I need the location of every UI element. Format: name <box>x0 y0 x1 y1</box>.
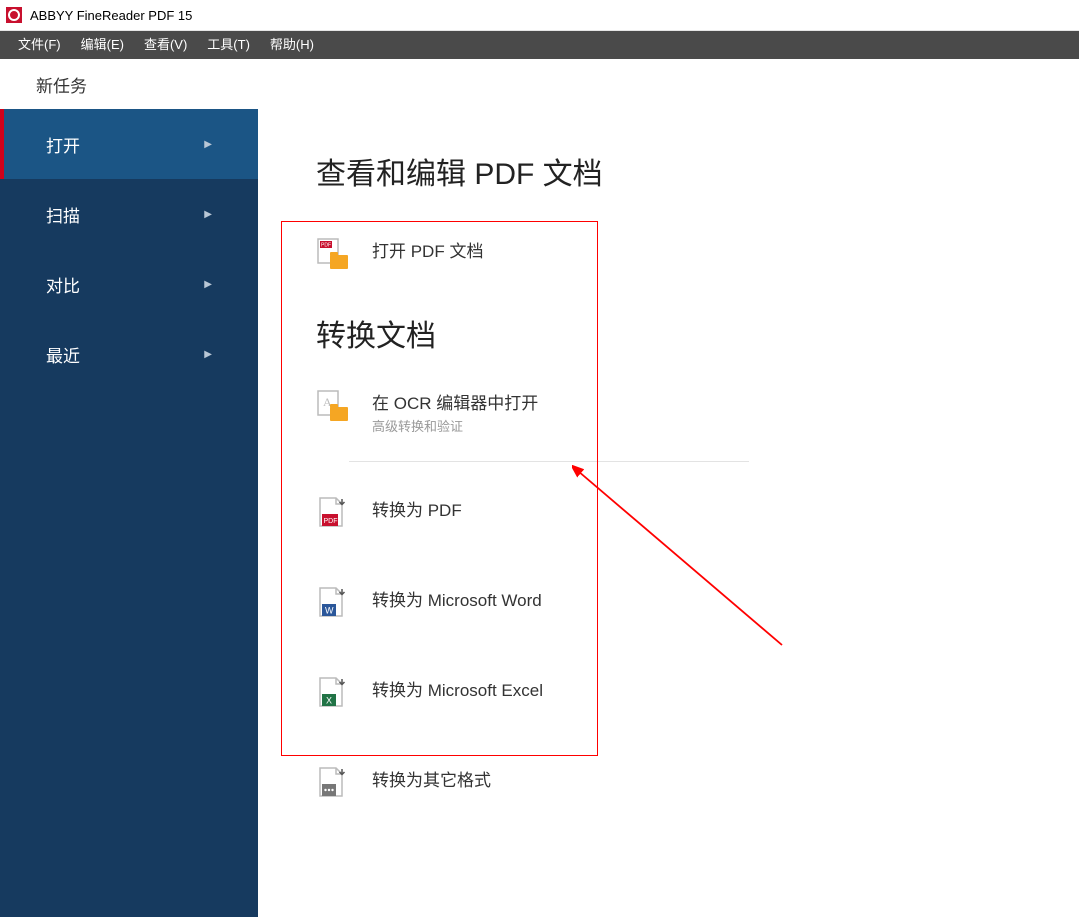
svg-text:X: X <box>326 696 332 706</box>
task-sublabel: 高级转换和验证 <box>372 416 538 435</box>
svg-text:W: W <box>325 606 334 616</box>
convert-word-icon: W <box>316 586 352 622</box>
ocr-folder-icon: A <box>316 389 352 425</box>
heading-convert: 转换文档 <box>316 311 1079 355</box>
task-label: 转换为 Microsoft Excel <box>372 676 543 701</box>
chevron-right-icon: ▶ <box>204 139 212 150</box>
convert-other-icon <box>316 766 352 802</box>
separator <box>349 461 749 462</box>
main-panel: 查看和编辑 PDF 文档 PDF 打开 PDF 文档 转换文档 A <box>258 109 1079 917</box>
task-label: 打开 PDF 文档 <box>372 237 483 262</box>
task-convert-to-pdf[interactable]: PDF 转换为 PDF <box>316 486 1079 542</box>
task-label: 在 OCR 编辑器中打开 <box>372 389 538 414</box>
chevron-right-icon: ▶ <box>204 349 212 360</box>
task-convert-to-other[interactable]: 转换为其它格式 <box>316 756 1079 812</box>
convert-excel-icon: X <box>316 676 352 712</box>
task-label: 转换为其它格式 <box>372 766 491 791</box>
subheader-title: 新任务 <box>36 72 87 97</box>
task-open-in-ocr[interactable]: A 在 OCR 编辑器中打开 高级转换和验证 <box>316 379 1079 445</box>
titlebar: ABBYY FineReader PDF 15 <box>0 0 1079 31</box>
task-convert-to-word[interactable]: W 转换为 Microsoft Word <box>316 576 1079 632</box>
menu-help[interactable]: 帮助(H) <box>260 31 324 59</box>
sidebar-item-compare[interactable]: 对比 ▶ <box>0 249 258 319</box>
sidebar-item-label: 打开 <box>46 132 80 157</box>
task-open-pdf[interactable]: PDF 打开 PDF 文档 <box>316 227 1079 283</box>
menu-file[interactable]: 文件(F) <box>8 31 71 59</box>
sidebar-item-open[interactable]: 打开 ▶ <box>0 109 258 179</box>
sidebar-item-recent[interactable]: 最近 ▶ <box>0 319 258 389</box>
window-title: ABBYY FineReader PDF 15 <box>30 8 192 23</box>
sidebar: 打开 ▶ 扫描 ▶ 对比 ▶ 最近 ▶ <box>0 109 258 917</box>
app-logo-icon <box>6 7 22 23</box>
body: 打开 ▶ 扫描 ▶ 对比 ▶ 最近 ▶ 查看和编辑 PDF 文档 PDF <box>0 109 1079 917</box>
chevron-right-icon: ▶ <box>204 209 212 220</box>
sidebar-item-label: 扫描 <box>46 202 80 227</box>
sidebar-item-label: 对比 <box>46 272 80 297</box>
task-convert-to-excel[interactable]: X 转换为 Microsoft Excel <box>316 666 1079 722</box>
chevron-right-icon: ▶ <box>204 279 212 290</box>
task-label: 转换为 Microsoft Word <box>372 586 542 611</box>
svg-text:PDF: PDF <box>321 243 331 249</box>
menubar: 文件(F) 编辑(E) 查看(V) 工具(T) 帮助(H) <box>0 31 1079 59</box>
sidebar-item-label: 最近 <box>46 342 80 367</box>
menu-tools[interactable]: 工具(T) <box>197 31 260 59</box>
heading-view-edit: 查看和编辑 PDF 文档 <box>316 149 1079 193</box>
convert-pdf-icon: PDF <box>316 496 352 532</box>
menu-view[interactable]: 查看(V) <box>134 31 197 59</box>
svg-text:PDF: PDF <box>324 518 338 525</box>
subheader: 新任务 <box>0 59 1079 109</box>
sidebar-item-scan[interactable]: 扫描 ▶ <box>0 179 258 249</box>
pdf-folder-icon: PDF <box>316 237 352 273</box>
menu-edit[interactable]: 编辑(E) <box>71 31 134 59</box>
task-label: 转换为 PDF <box>372 496 462 521</box>
